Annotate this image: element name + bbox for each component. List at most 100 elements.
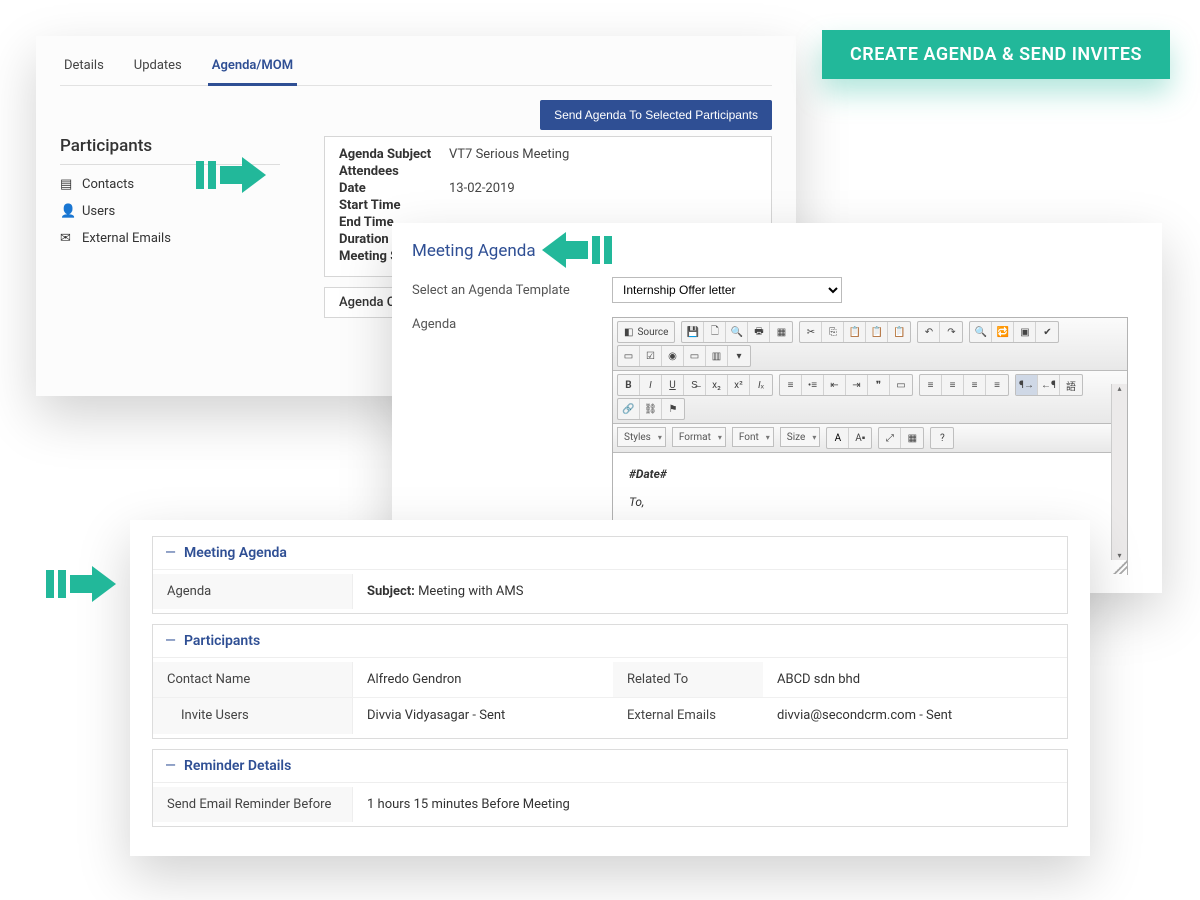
text-color-icon[interactable]: A [827, 428, 849, 448]
participants-item-external[interactable]: ✉External Emails [60, 225, 280, 252]
agenda-date-value: 13-02-2019 [449, 181, 515, 196]
preview-icon[interactable]: 🔍 [726, 322, 748, 342]
select-all-icon[interactable]: ▣ [1014, 322, 1036, 342]
participants-item-users[interactable]: 👤Users [60, 198, 280, 225]
template-select[interactable]: Internship Offer letter [612, 277, 842, 303]
panel-meeting-summary: —Meeting Agenda Agenda Subject: Meeting … [130, 520, 1090, 856]
numbered-list-icon[interactable]: ≡ [780, 375, 802, 395]
radio-form-icon[interactable]: ◉ [662, 346, 684, 366]
underline-icon[interactable]: U [662, 375, 684, 395]
bg-color-icon[interactable]: A▪ [849, 428, 871, 448]
tab-updates[interactable]: Updates [130, 50, 186, 85]
callout-arrow-3 [46, 566, 116, 602]
remove-format-icon[interactable]: Iₓ [750, 375, 772, 395]
invite-users-value: Divvia Vidyasagar - Sent [353, 698, 613, 733]
tab-details[interactable]: Details [60, 50, 108, 85]
section-participants: —Participants Contact Name Alfredo Gendr… [152, 624, 1068, 739]
related-to-key: Related To [613, 662, 763, 697]
align-justify-icon[interactable]: ≡ [986, 375, 1008, 395]
show-blocks-icon[interactable]: ▦ [901, 428, 923, 448]
redo-icon[interactable]: ↷ [940, 322, 962, 342]
language-icon[interactable]: 語 [1060, 375, 1082, 395]
rte-line-date: #Date# [629, 467, 1111, 481]
superscript-icon[interactable]: x² [728, 375, 750, 395]
rte-toolbar-row2: B I U S̶ x₂ x² Iₓ ≡ •≡ ⇤ ⇥ ❞ ▭ ≡ [613, 371, 1127, 424]
div-icon[interactable]: ▭ [890, 375, 912, 395]
maximize-icon[interactable]: ⤢ [879, 428, 901, 448]
external-emails-key: External Emails [613, 698, 763, 733]
callout-arrow-1 [196, 157, 266, 193]
rte-toolbar-row3: Styles Format Font Size A A▪ ⤢ ▦ ? [613, 424, 1127, 453]
agenda-start-label: Start Time [339, 198, 449, 213]
styles-select[interactable]: Styles [617, 427, 666, 447]
print-icon[interactable]: 🖶 [748, 322, 770, 342]
strike-icon[interactable]: S̶ [684, 375, 706, 395]
tab-agenda-mom[interactable]: Agenda/MOM [208, 50, 297, 86]
indent-icon[interactable]: ⇥ [846, 375, 868, 395]
external-icon: ✉ [60, 231, 74, 246]
select-form-icon[interactable]: ▾ [728, 346, 750, 366]
agenda-subject-label: Agenda Subject [339, 147, 449, 162]
detail-tabs: Details Updates Agenda/MOM [60, 50, 772, 86]
align-center-icon[interactable]: ≡ [942, 375, 964, 395]
textarea-form-icon[interactable]: ▥ [706, 346, 728, 366]
find-icon[interactable]: 🔍 [970, 322, 992, 342]
rtl-icon[interactable]: ←¶ [1038, 375, 1060, 395]
section-participants-header[interactable]: —Participants [153, 625, 1067, 658]
reminder-key: Send Email Reminder Before [153, 787, 353, 822]
align-right-icon[interactable]: ≡ [964, 375, 986, 395]
paste-icon[interactable]: 📋 [844, 322, 866, 342]
textfield-form-icon[interactable]: ▭ [684, 346, 706, 366]
unlink-icon[interactable]: ⛓ [640, 399, 662, 419]
participants-title: Participants [60, 136, 280, 156]
reminder-value: 1 hours 15 minutes Before Meeting [353, 787, 1067, 822]
copy-icon[interactable]: ⎘ [822, 322, 844, 342]
subscript-icon[interactable]: x₂ [706, 375, 728, 395]
source-button[interactable]: ◧ Source [618, 322, 674, 342]
bold-icon[interactable]: B [618, 375, 640, 395]
anchor-icon[interactable]: ⚑ [662, 399, 684, 419]
form-icon[interactable]: ▭ [618, 346, 640, 366]
invite-users-key: Invite Users [153, 698, 353, 734]
agenda-subject-value: VT7 Serious Meeting [449, 147, 569, 162]
align-left-icon[interactable]: ≡ [920, 375, 942, 395]
template-select-label: Select an Agenda Template [412, 283, 612, 298]
contact-name-key: Contact Name [153, 662, 353, 697]
section-meeting-agenda: —Meeting Agenda Agenda Subject: Meeting … [152, 536, 1068, 614]
font-select[interactable]: Font [732, 427, 774, 447]
outdent-icon[interactable]: ⇤ [824, 375, 846, 395]
external-emails-value: divvia@secondcrm.com - Sent [763, 698, 1023, 733]
save-icon[interactable]: 💾 [682, 322, 704, 342]
undo-icon[interactable]: ↶ [918, 322, 940, 342]
checkbox-form-icon[interactable]: ☑ [640, 346, 662, 366]
user-icon: 👤 [60, 204, 74, 219]
rte-scrollbar[interactable] [1111, 384, 1127, 560]
section-reminder-header[interactable]: —Reminder Details [153, 750, 1067, 783]
ltr-icon[interactable]: ¶→ [1016, 375, 1038, 395]
callout-arrow-2 [542, 232, 612, 268]
contact-name-value: Alfredo Gendron [353, 662, 613, 697]
rte-toolbar-row1: ◧ Source 💾 🗋 🔍 🖶 ▦ ✂ ⎘ 📋 📋 📋 ↶ [613, 318, 1127, 371]
template-icon[interactable]: ▦ [770, 322, 792, 342]
format-select[interactable]: Format [672, 427, 726, 447]
send-agenda-button[interactable]: Send Agenda To Selected Participants [540, 100, 772, 130]
size-select[interactable]: Size [780, 427, 821, 447]
cut-icon[interactable]: ✂ [800, 322, 822, 342]
spellcheck-icon[interactable]: ✔ [1036, 322, 1058, 342]
replace-icon[interactable]: 🔁 [992, 322, 1014, 342]
section-meeting-agenda-header[interactable]: —Meeting Agenda [153, 537, 1067, 570]
agenda-key: Agenda [153, 574, 353, 609]
paste-text-icon[interactable]: 📋 [866, 322, 888, 342]
new-page-icon[interactable]: 🗋 [704, 322, 726, 342]
rte-resize-handle[interactable] [1113, 560, 1127, 574]
paste-word-icon[interactable]: 📋 [888, 322, 910, 342]
agenda-date-label: Date [339, 181, 449, 196]
agenda-attendees-label: Attendees [339, 164, 449, 179]
bullet-list-icon[interactable]: •≡ [802, 375, 824, 395]
contacts-icon: ▤ [60, 177, 74, 192]
blockquote-icon[interactable]: ❞ [868, 375, 890, 395]
link-icon[interactable]: 🔗 [618, 399, 640, 419]
about-icon[interactable]: ? [931, 428, 953, 448]
italic-icon[interactable]: I [640, 375, 662, 395]
agenda-field-label: Agenda [412, 317, 612, 332]
